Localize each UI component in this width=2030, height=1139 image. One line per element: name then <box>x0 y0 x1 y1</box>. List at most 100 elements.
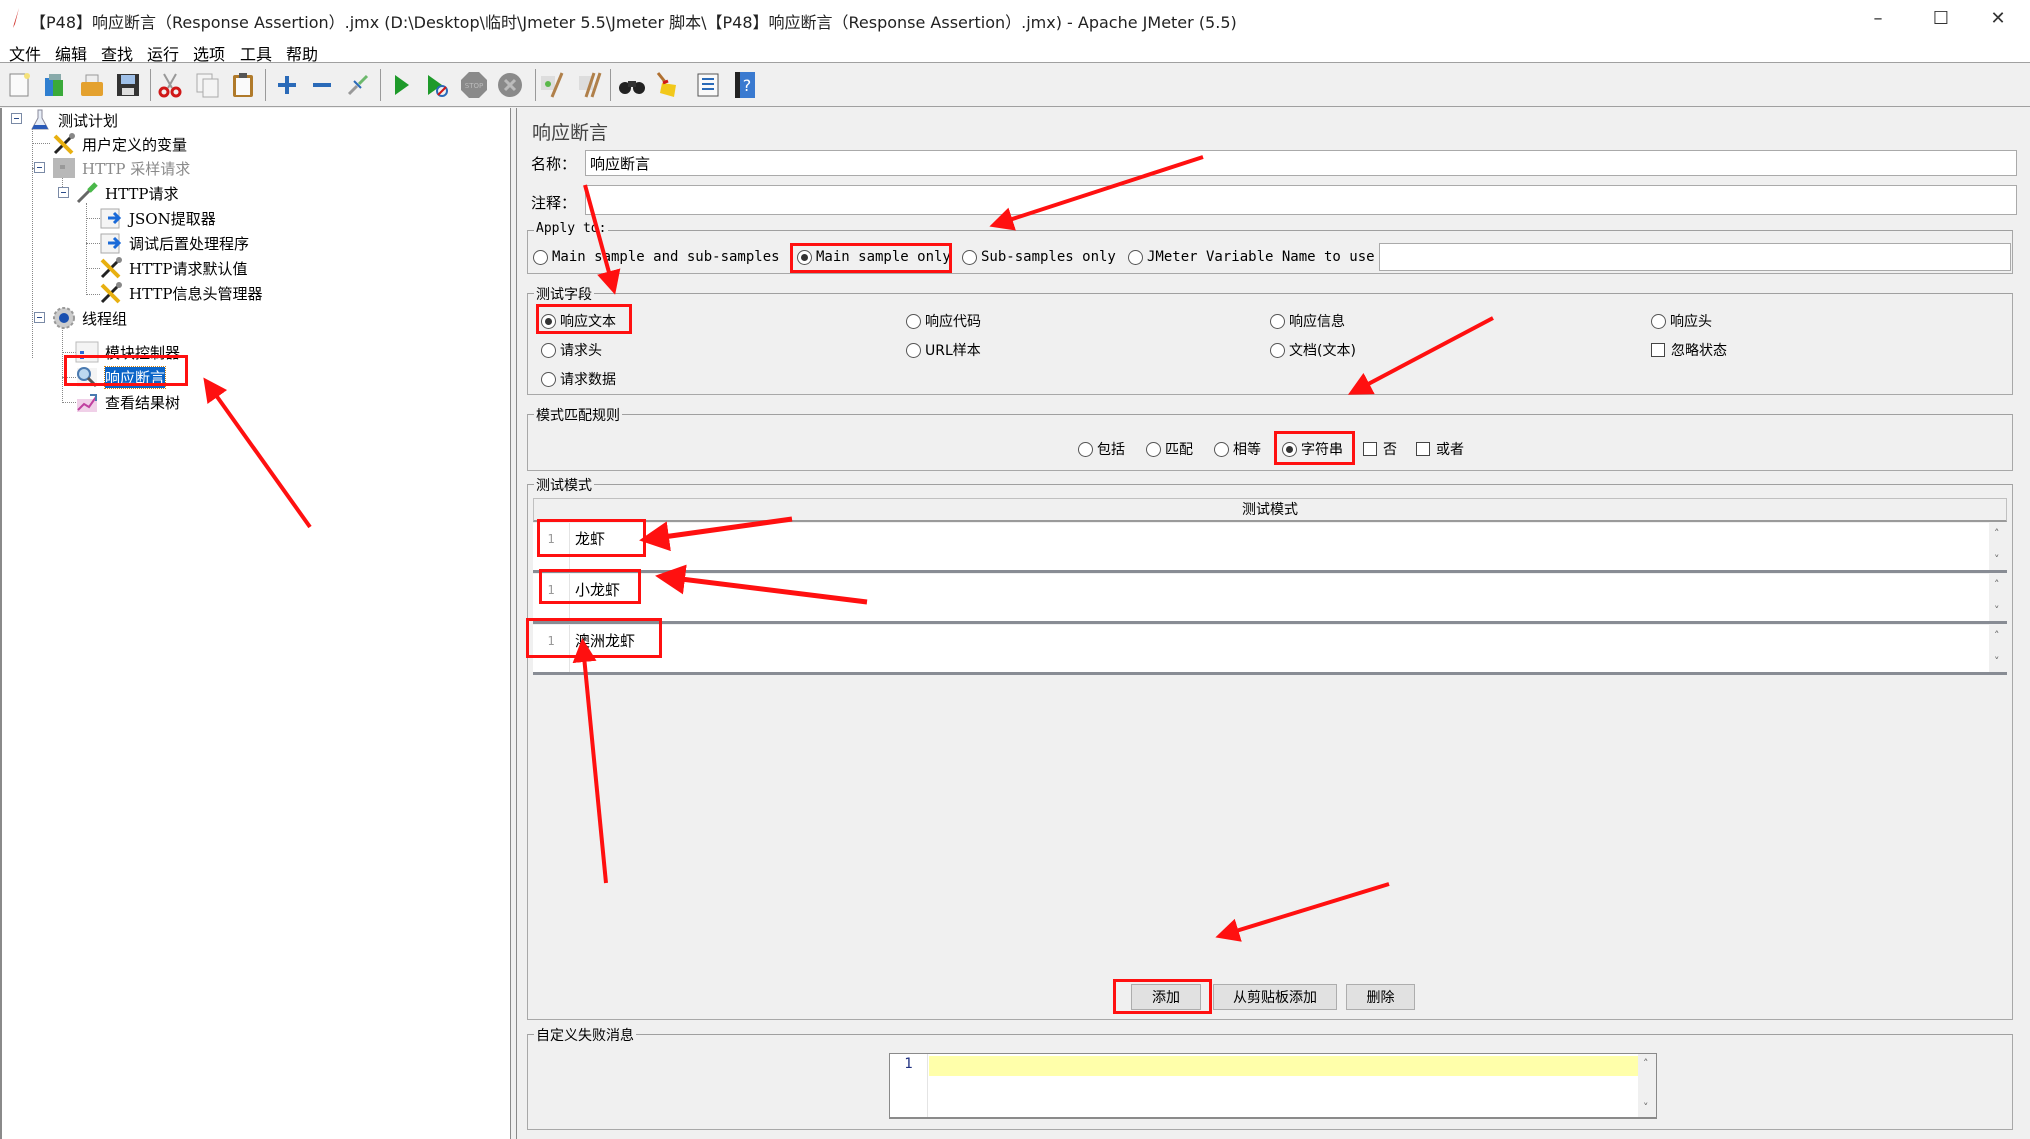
stop-icon[interactable]: STOP <box>460 71 488 99</box>
help-icon[interactable]: ? <box>731 71 759 99</box>
scroll-up-icon[interactable]: ˄ <box>1994 629 2000 642</box>
menu-options[interactable]: 选项 <box>193 41 225 65</box>
name-input[interactable]: 响应断言 <box>585 150 2017 176</box>
field-url-sampled-radio[interactable]: URL样本 <box>906 340 981 360</box>
tree-item-header-manager[interactable]: HTTP信息头管理器 <box>99 281 262 305</box>
ignore-status-checkbox[interactable]: 忽略状态 <box>1651 340 1727 360</box>
menu-help[interactable]: 帮助 <box>286 41 318 65</box>
tree-item-debug-postprocessor[interactable]: 调试后置处理程序 <box>99 231 249 255</box>
clear-icon[interactable] <box>538 71 566 99</box>
editor-scrollbar[interactable]: ˄ ˅ <box>1989 523 2007 570</box>
patterns-column-header[interactable]: 测试模式 <box>533 498 2007 522</box>
variable-name-input[interactable] <box>1379 243 2011 271</box>
pattern-text[interactable]: 龙虾 <box>575 528 605 549</box>
name-label: 名称： <box>531 155 577 173</box>
tree-item-view-results-tree[interactable]: 查看结果树 <box>75 390 180 414</box>
menu-file[interactable]: 文件 <box>9 41 41 65</box>
menu-tools[interactable]: 工具 <box>240 41 272 65</box>
scroll-up-icon[interactable]: ˄ <box>1994 578 2000 591</box>
rule-substring-radio[interactable]: 字符串 <box>1282 439 1343 459</box>
tree-item-http-request[interactable]: HTTP请求 <box>75 181 178 205</box>
collapse-toggle[interactable] <box>34 312 45 323</box>
scroll-down-icon[interactable]: ˅ <box>1643 1101 1649 1114</box>
new-icon[interactable] <box>6 71 34 99</box>
field-response-text-radio[interactable]: 响应文本 <box>541 311 616 331</box>
collapse-toggle[interactable] <box>34 162 45 173</box>
expand-icon[interactable] <box>273 71 301 99</box>
radio-circle <box>1146 441 1161 457</box>
pattern-text[interactable]: 小龙虾 <box>575 579 620 600</box>
pattern-editor-row[interactable]: 1 龙虾 ˄ ˅ <box>533 523 2007 573</box>
tree-item-http-controller[interactable]: HTTP 采样请求 <box>52 156 190 180</box>
comment-input[interactable] <box>585 185 2017 215</box>
radio-circle <box>541 313 556 329</box>
tree-item-thread-group[interactable]: 线程组 <box>52 306 127 330</box>
field-request-headers-radio[interactable]: 请求头 <box>541 340 602 360</box>
apply-variable-radio[interactable]: JMeter Variable Name to use <box>1128 249 1375 265</box>
collapse-icon[interactable] <box>308 71 336 99</box>
delete-button[interactable]: 删除 <box>1346 984 1415 1010</box>
editor-scrollbar[interactable]: ˄ ˅ <box>1989 625 2007 672</box>
shutdown-icon[interactable] <box>496 71 524 99</box>
rule-not-checkbox[interactable]: 否 <box>1363 439 1397 459</box>
menu-edit[interactable]: 编辑 <box>55 41 87 65</box>
tree-item-response-assertion[interactable]: 响应断言 <box>75 365 167 389</box>
add-from-clipboard-button[interactable]: 从剪贴板添加 <box>1213 984 1337 1010</box>
collapse-toggle[interactable] <box>58 187 69 198</box>
cut-icon[interactable] <box>156 71 184 99</box>
rule-contains-radio[interactable]: 包括 <box>1078 439 1125 459</box>
clear-all-icon[interactable] <box>576 71 604 99</box>
pattern-text[interactable]: 澳洲龙虾 <box>575 630 635 651</box>
scroll-up-icon[interactable]: ˄ <box>1994 527 2000 540</box>
menu-search[interactable]: 查找 <box>101 41 133 65</box>
templates-icon[interactable] <box>41 71 69 99</box>
field-response-code-radio[interactable]: 响应代码 <box>906 311 981 331</box>
scroll-down-icon[interactable]: ˅ <box>1994 655 2000 668</box>
scroll-down-icon[interactable]: ˅ <box>1994 604 2000 617</box>
field-request-data-radio[interactable]: 请求数据 <box>541 369 616 389</box>
field-response-message-radio[interactable]: 响应信息 <box>1270 311 1345 331</box>
failure-message-editor[interactable]: 1 ˄ ˅ <box>889 1053 1657 1119</box>
tree-item-user-variables[interactable]: 用户定义的变量 <box>52 132 187 156</box>
rule-or-checkbox[interactable]: 或者 <box>1416 439 1464 459</box>
scroll-down-icon[interactable]: ˅ <box>1994 553 2000 566</box>
apply-main-only-radio[interactable]: Main sample only <box>797 249 951 265</box>
line-number: 1 <box>533 574 570 621</box>
toolbar-separator <box>265 69 266 101</box>
pattern-editor-row[interactable]: 1 澳洲龙虾 ˄ ˅ <box>533 625 2007 675</box>
add-button[interactable]: 添加 <box>1131 984 1201 1010</box>
pattern-editor-row[interactable]: 1 小龙虾 ˄ ˅ <box>533 574 2007 624</box>
field-response-headers-radio[interactable]: 响应头 <box>1651 311 1712 331</box>
minimize-button[interactable]: – <box>1855 4 1901 34</box>
tree-item-test-plan[interactable]: 测试计划 <box>28 108 118 132</box>
tree-item-http-defaults[interactable]: HTTP请求默认值 <box>99 256 247 280</box>
tree-item-json-extractor[interactable]: JSON提取器 <box>99 206 216 230</box>
tree-connector <box>86 243 100 244</box>
copy-icon[interactable] <box>194 71 222 99</box>
start-no-pause-icon[interactable] <box>422 71 450 99</box>
menu-run[interactable]: 运行 <box>147 41 179 65</box>
rule-matches-radio[interactable]: 匹配 <box>1146 439 1193 459</box>
apply-main-and-sub-radio[interactable]: Main sample and sub-samples <box>533 249 780 265</box>
reset-search-icon[interactable] <box>653 71 681 99</box>
tree-item-module-controller[interactable]: 模块控制器 <box>75 340 180 364</box>
apply-sub-only-radio[interactable]: Sub-samples only <box>962 249 1116 265</box>
save-icon[interactable] <box>114 71 142 99</box>
search-icon[interactable] <box>618 71 646 99</box>
open-icon[interactable] <box>78 71 106 99</box>
toggle-icon[interactable] <box>344 71 372 99</box>
rule-equals-radio[interactable]: 相等 <box>1214 439 1261 459</box>
radio-circle <box>541 342 556 358</box>
tree-connector <box>62 328 63 403</box>
editor-scrollbar[interactable]: ˄ ˅ <box>1989 574 2007 621</box>
close-button[interactable]: ✕ <box>1975 4 2021 34</box>
collapse-toggle[interactable] <box>11 113 22 124</box>
field-document-radio[interactable]: 文档(文本) <box>1270 340 1356 360</box>
current-line-highlight[interactable] <box>929 1056 1639 1076</box>
editor-scrollbar[interactable]: ˄ ˅ <box>1638 1054 1656 1117</box>
scroll-up-icon[interactable]: ˄ <box>1643 1057 1649 1070</box>
start-icon[interactable] <box>387 71 415 99</box>
paste-icon[interactable] <box>229 71 257 99</box>
maximize-button[interactable]: ☐ <box>1918 4 1964 34</box>
function-helper-icon[interactable] <box>694 71 722 99</box>
